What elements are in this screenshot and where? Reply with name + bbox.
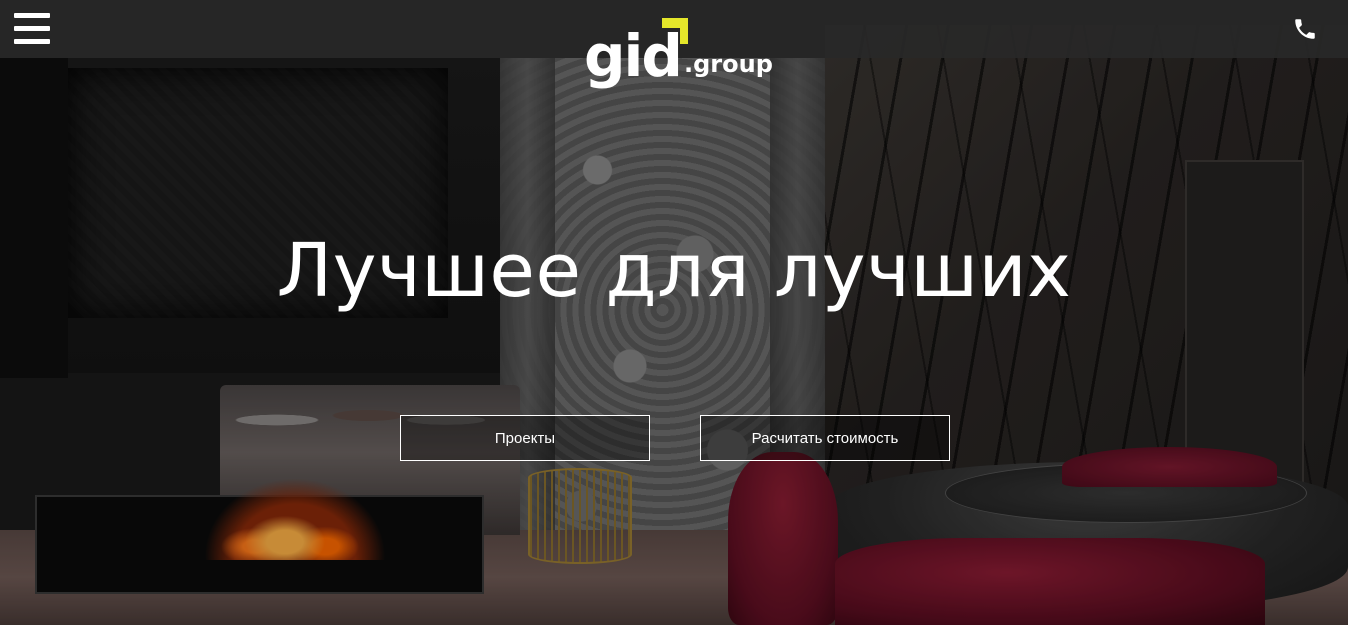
phone-icon[interactable] bbox=[1292, 16, 1318, 42]
logo[interactable]: gid .group bbox=[584, 16, 773, 92]
logo-wordmark: gid bbox=[584, 22, 683, 90]
calculate-cost-button[interactable]: Расчитать стоимость bbox=[700, 415, 950, 461]
menu-line bbox=[14, 39, 50, 44]
hamburger-menu-icon[interactable] bbox=[14, 12, 50, 44]
logo-suffix: .group bbox=[684, 50, 773, 78]
phone-icon-svg bbox=[1295, 19, 1315, 39]
hero-title: Лучшее для лучших bbox=[276, 228, 1072, 314]
menu-line bbox=[14, 13, 50, 18]
hero-section: gid .group Лучшее для лучших Проекты Рас… bbox=[0, 0, 1348, 625]
menu-line bbox=[14, 26, 50, 31]
projects-button[interactable]: Проекты bbox=[400, 415, 650, 461]
